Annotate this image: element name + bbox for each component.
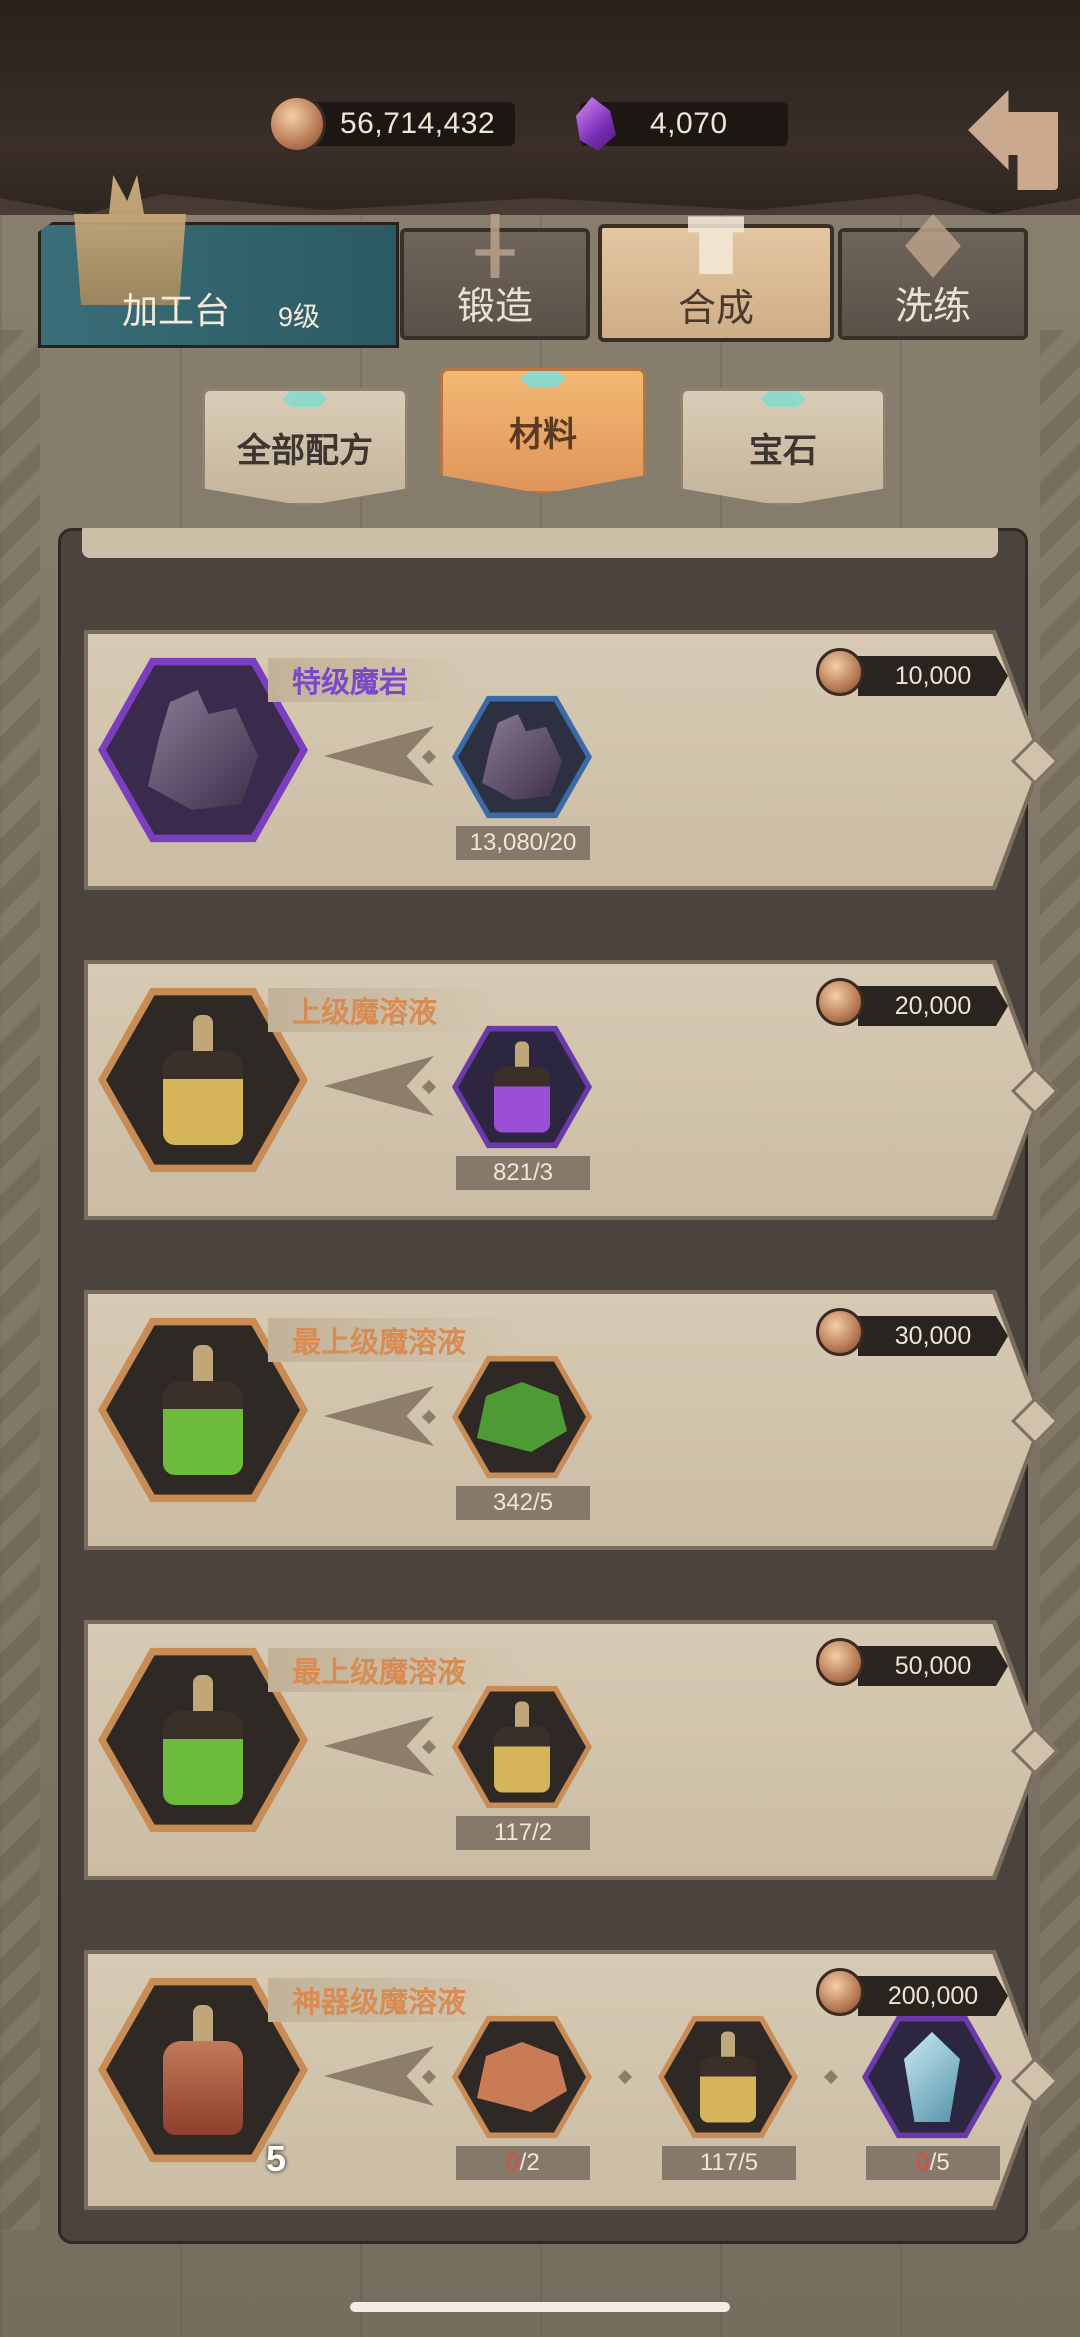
right-border-pattern (1040, 330, 1080, 2230)
price-tag: 200,000 (858, 1976, 1008, 2016)
tab-forge-label: 锻造 (456, 286, 533, 328)
ingredient-count: 0/5 (866, 2146, 1000, 2180)
price-tag: 20,000 (858, 986, 1008, 1026)
home-indicator[interactable] (350, 2302, 730, 2312)
tab-synthesis[interactable]: 合成 (598, 216, 834, 342)
ingredient-count: 13,080/20 (456, 826, 590, 860)
price-tag: 50,000 (858, 1646, 1008, 1686)
coin-icon (816, 1638, 864, 1686)
owned-count: 0 (916, 2149, 930, 2176)
recipe-name: 上级魔溶液 (268, 988, 498, 1032)
tab-gem-ornament (520, 371, 566, 387)
red-potion-icon (163, 2005, 243, 2135)
coin-icon (816, 978, 864, 1026)
tab-gem-ornament (760, 391, 806, 407)
ingredient-count: 821/3 (456, 1156, 590, 1190)
subtab-materials-label: 材料 (509, 415, 577, 454)
ingredient-count: 117/5 (662, 2146, 796, 2180)
required-count: /2 (519, 2149, 540, 2176)
tab-refine-label: 洗练 (894, 286, 971, 328)
result-quantity: 5 (266, 2138, 287, 2179)
tab-refine[interactable]: 洗练 (838, 214, 1028, 340)
green-potion-icon (163, 1675, 243, 1805)
subtab-all-recipes-label: 全部配方 (237, 431, 373, 470)
subtab-materials[interactable]: 材料 (440, 368, 646, 494)
ingredient-count: 0/2 (456, 2146, 590, 2180)
recipe-name: 最上级魔溶液 (268, 1648, 527, 1692)
required-count: /5 (929, 2149, 950, 2176)
ingredient-count: 342/5 (456, 1486, 590, 1520)
gem-counter: 4,070 (576, 96, 788, 152)
price-tag: 30,000 (858, 1316, 1008, 1356)
green-potion-icon (163, 1345, 243, 1475)
subtab-all-recipes[interactable]: 全部配方 (202, 388, 408, 506)
yellow-potion-icon (700, 2031, 756, 2123)
panel-header-strip (82, 528, 998, 558)
coin-icon (816, 1968, 864, 2016)
tab-gem-ornament (282, 391, 328, 407)
coin-icon (268, 95, 326, 153)
craft-icon (688, 216, 744, 274)
tab-forge[interactable]: 锻造 (400, 214, 590, 340)
price-tag: 10,000 (858, 656, 1008, 696)
workbench-level: 9级 (278, 302, 321, 332)
coin-icon (816, 648, 864, 696)
yellow-potion-icon (163, 1015, 243, 1145)
coin-counter: 56,714,432 (268, 95, 516, 153)
purple-potion-icon (494, 1041, 550, 1133)
owned-count: 0 (506, 2149, 520, 2176)
left-border-pattern (0, 330, 40, 2230)
recipe-name: 特级魔岩 (268, 658, 469, 702)
subtab-gems[interactable]: 宝石 (680, 388, 886, 506)
workbench-label: 加工台 (122, 290, 231, 331)
tab-synthesis-label: 合成 (677, 288, 754, 330)
coin-icon (816, 1308, 864, 1356)
subtab-gems-label: 宝石 (749, 431, 817, 470)
recipe-name: 最上级魔溶液 (268, 1318, 527, 1362)
yellow-potion-icon (494, 1701, 550, 1793)
ingredient-count: 117/2 (456, 1816, 590, 1850)
recipe-name: 神器级魔溶液 (268, 1978, 527, 2022)
